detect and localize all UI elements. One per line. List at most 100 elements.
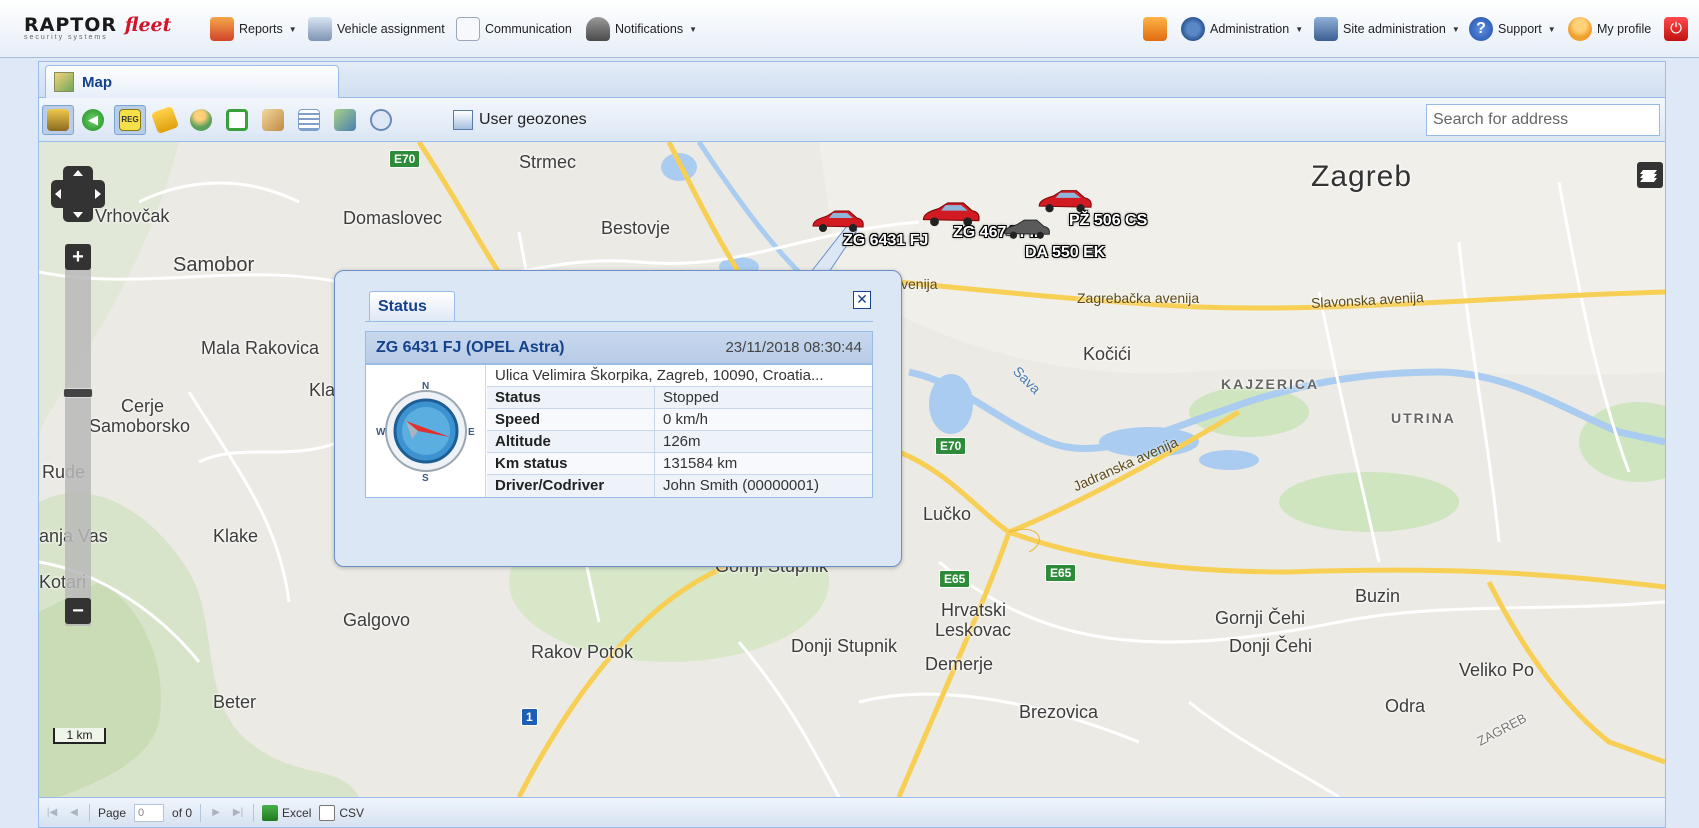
- place-bestovje: Bestovje: [601, 218, 671, 238]
- nav-reports[interactable]: Reports ▼: [210, 16, 297, 42]
- vehicles-button[interactable]: [42, 105, 74, 135]
- place-mala-rakovica: Mala Rakovica: [201, 338, 320, 358]
- nav-communication[interactable]: Communication: [456, 16, 572, 42]
- first-page-icon[interactable]: |◀: [45, 806, 59, 820]
- brand-name: RAPTOR: [24, 14, 118, 36]
- tab-strip: Map: [39, 62, 1665, 98]
- users-icon: [190, 109, 212, 131]
- map-icon: [54, 72, 74, 92]
- page-number-input[interactable]: [134, 803, 165, 822]
- tab-map-label: Map: [82, 73, 112, 91]
- nav-notifications-label: Notifications: [615, 22, 684, 36]
- vehicle-plate-label[interactable]: DA 550 EK: [1025, 244, 1105, 262]
- vehicle-marker-car-icon[interactable]: [1001, 216, 1051, 242]
- last-page-icon[interactable]: ▶|: [231, 806, 245, 820]
- ruler-icon: [262, 109, 284, 131]
- popup-header: ZG 6431 FJ (OPEL Astra) 23/11/2018 08:30…: [365, 331, 873, 364]
- arrow-left-icon: ◀: [82, 109, 104, 131]
- popup-row-km-status: Km status 131584 km: [487, 453, 872, 475]
- map-toolbar: ◀ REG User geozones: [39, 98, 1665, 142]
- lock-button[interactable]: [1143, 16, 1167, 42]
- export-csv-button[interactable]: CSV: [319, 804, 364, 821]
- popup-row-status: Status Stopped: [487, 387, 872, 409]
- vehicle-plate-label[interactable]: PŽ 506 CS: [1069, 212, 1147, 230]
- shield-e70-north: E70: [389, 150, 421, 168]
- list-button[interactable]: [293, 105, 325, 135]
- place-odra: Odra: [1385, 696, 1426, 716]
- zoom-out-button[interactable]: −: [65, 598, 91, 624]
- gear-icon: [1181, 17, 1205, 41]
- place-samoborsko: Samoborsko: [89, 416, 191, 436]
- excel-icon: [262, 804, 279, 821]
- address-search-input[interactable]: [1426, 104, 1660, 136]
- zoom-slider-track[interactable]: [65, 244, 91, 626]
- place-hrvatski: Hrvatski: [941, 600, 1007, 620]
- logout-button[interactable]: ⏻: [1664, 16, 1688, 42]
- place-cerje: Cerje: [121, 396, 165, 416]
- place-gornji-cehi: Gornji Čehi: [1215, 608, 1306, 628]
- popup-close-button[interactable]: ✕: [853, 291, 871, 309]
- map-canvas[interactable]: Zagreb Strmec Vrhovčak Domaslovec Bestov…: [39, 142, 1665, 797]
- fullscreen-button[interactable]: [221, 105, 253, 135]
- place-samobor: Samobor: [173, 254, 255, 276]
- page-count-label: of 0: [172, 805, 193, 820]
- nav-site-administration[interactable]: Site administration ▼: [1314, 16, 1460, 42]
- layers-icon: [1640, 170, 1657, 182]
- tab-map[interactable]: Map: [45, 65, 339, 98]
- power-icon: ⏻: [1664, 17, 1688, 41]
- brand-suffix: fleet: [124, 14, 172, 36]
- user-icon: [1568, 17, 1592, 41]
- pan-control[interactable]: [51, 164, 105, 224]
- tag-button[interactable]: [149, 105, 181, 135]
- shield-e65-east: E65: [1045, 564, 1077, 582]
- zoom-in-button[interactable]: +: [65, 244, 91, 270]
- place-domaslovec: Domaslovec: [343, 208, 443, 228]
- layers-button[interactable]: [329, 105, 361, 135]
- place-strmec: Strmec: [519, 152, 577, 172]
- place-leskovac: Leskovac: [935, 620, 1012, 640]
- district-kajzerica: KAJZERICA: [1221, 376, 1320, 392]
- popup-row-driver: Driver/Codriver John Smith (00000001): [487, 475, 872, 497]
- nav-support[interactable]: ? Support ▼: [1469, 16, 1556, 42]
- left-strip: [0, 58, 38, 828]
- registration-button[interactable]: REG: [114, 105, 146, 135]
- user-geozones-button[interactable]: User geozones: [453, 105, 587, 135]
- reports-icon: [210, 17, 234, 41]
- vehicle-plate-label[interactable]: ZG 6431 FJ: [843, 232, 928, 250]
- expand-icon: [226, 109, 248, 131]
- help-icon: ?: [1469, 17, 1493, 41]
- nav-administration[interactable]: Administration ▼: [1181, 16, 1303, 42]
- notifications-icon: [586, 17, 610, 41]
- popup-timestamp: 23/11/2018 08:30:44: [725, 339, 862, 356]
- measure-button[interactable]: [257, 105, 289, 135]
- vehicle-marker-car-icon[interactable]: [809, 208, 865, 234]
- geozone-icon: [453, 110, 473, 130]
- zoom-slider-handle[interactable]: [63, 388, 93, 398]
- place-galgovo: Galgovo: [343, 610, 411, 630]
- svg-text:N: N: [422, 381, 429, 392]
- place-kocici: Kočići: [1083, 344, 1132, 364]
- envelope-icon: [456, 17, 480, 41]
- lock-icon: [1143, 17, 1167, 41]
- next-page-icon[interactable]: ▶: [209, 806, 223, 820]
- shield-e65-west: E65: [939, 570, 971, 588]
- place-rakov-potok: Rakov Potok: [531, 642, 634, 662]
- map-layers-toggle[interactable]: [1637, 162, 1663, 188]
- nav-communication-label: Communication: [485, 22, 572, 36]
- nav-vehicle-assignment[interactable]: Vehicle assignment: [308, 16, 445, 42]
- nav-my-profile-label: My profile: [1597, 22, 1652, 36]
- popup-tab-status[interactable]: Status: [369, 291, 455, 321]
- drivers-button[interactable]: [185, 105, 217, 135]
- svg-text:E: E: [468, 427, 475, 438]
- road-zagrebacka-avenija: Zagrebačka avenija: [1077, 290, 1200, 306]
- shield-route-1: 1: [521, 708, 538, 726]
- nav-notifications[interactable]: Notifications ▼: [586, 16, 697, 42]
- circle-icon: [370, 109, 392, 131]
- circle-button[interactable]: [365, 105, 397, 135]
- place-buzin: Buzin: [1355, 586, 1401, 606]
- nav-my-profile[interactable]: My profile: [1568, 16, 1651, 42]
- prev-page-icon[interactable]: ◀: [67, 806, 81, 820]
- back-button[interactable]: ◀: [77, 105, 109, 135]
- export-excel-button[interactable]: Excel: [262, 804, 311, 821]
- truck-icon: [47, 109, 69, 131]
